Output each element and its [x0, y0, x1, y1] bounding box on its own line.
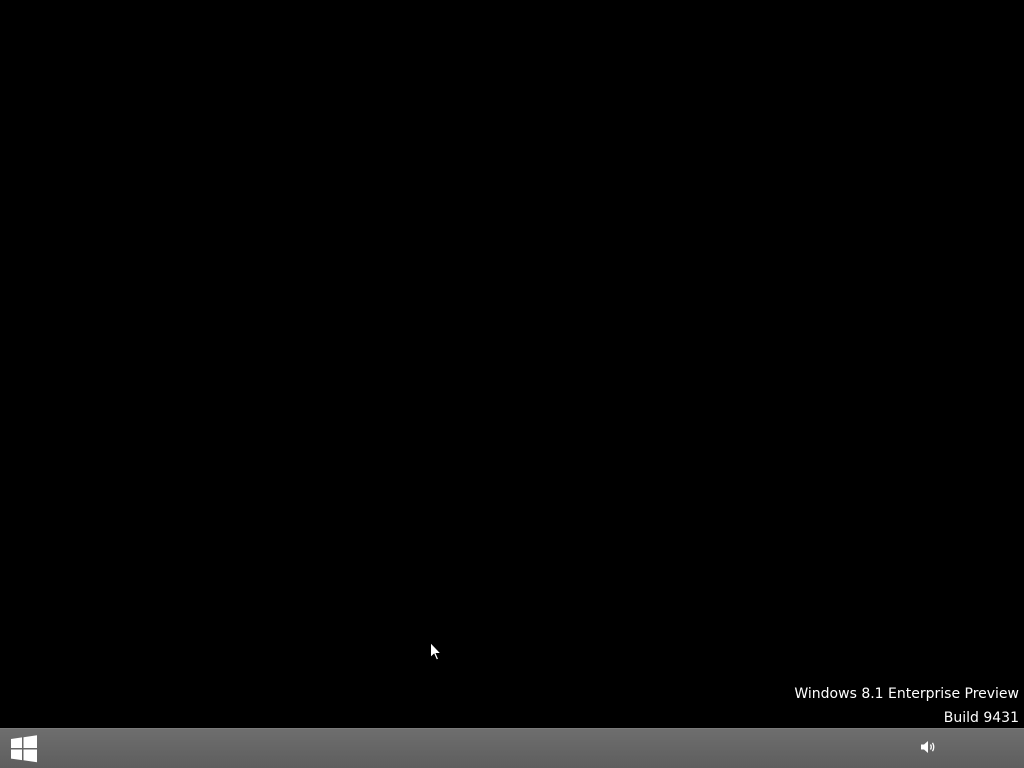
system-tray: [909, 729, 1024, 768]
windows-logo-icon: [10, 734, 38, 763]
speaker-icon: [920, 739, 938, 759]
arrow-cursor-icon: [430, 641, 443, 661]
build-watermark: Windows 8.1 Enterprise Preview Build 943…: [794, 682, 1019, 730]
start-button[interactable]: [0, 729, 48, 768]
watermark-edition: Windows 8.1 Enterprise Preview: [794, 686, 1019, 702]
desktop[interactable]: Windows 8.1 Enterprise Preview Build 943…: [0, 0, 1024, 728]
watermark-build: Build 9431: [943, 710, 1019, 726]
volume-button[interactable]: [909, 729, 949, 768]
taskbar: [0, 728, 1024, 768]
